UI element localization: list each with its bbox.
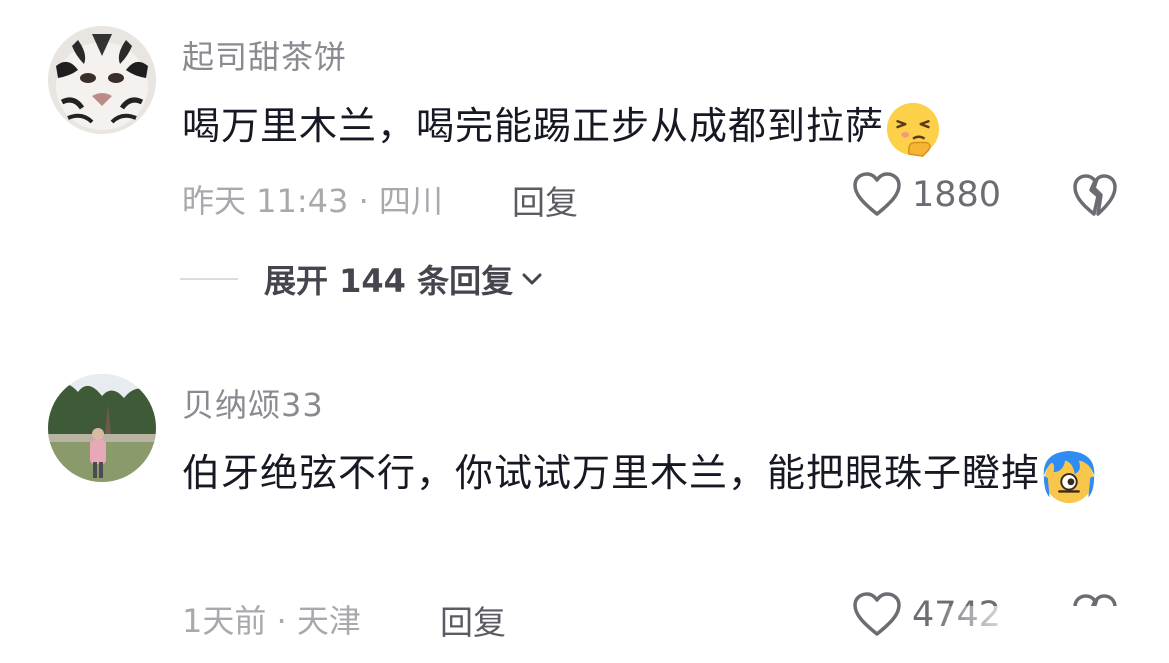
tiger-avatar-icon xyxy=(48,26,156,134)
expand-replies-button[interactable]: 展开 144 条回复 xyxy=(180,256,545,302)
like-count: 1880 xyxy=(912,175,1002,215)
comment-text: 伯牙绝弦不行，你试试万里木兰，能把眼珠子瞪掉 xyxy=(182,437,1112,509)
heart-icon xyxy=(853,172,901,216)
dislike-button[interactable] xyxy=(1072,174,1118,222)
watermark-overlay xyxy=(930,606,1169,663)
chevron-down-icon xyxy=(522,273,542,285)
comment-text: 喝万里木兰，喝完能踢正步从成都到拉萨 xyxy=(182,90,1112,162)
expand-replies-label: 展开 144 条回复 xyxy=(264,262,514,300)
park-photo-avatar-icon xyxy=(48,374,156,482)
avatar[interactable] xyxy=(48,26,156,134)
reply-button[interactable]: 回复 xyxy=(512,176,578,224)
username[interactable]: 贝纳颂33 xyxy=(182,380,324,426)
like-button[interactable]: 1880 xyxy=(852,172,1001,218)
timestamp-location: 1天前 · 天津 xyxy=(182,602,361,640)
username[interactable]: 起司甜茶饼 xyxy=(182,32,347,78)
timestamp-location: 昨天 11:43 · 四川 xyxy=(182,182,443,220)
broken-heart-icon xyxy=(1073,174,1117,216)
divider-line xyxy=(180,278,238,280)
shushing-face-emoji-icon xyxy=(886,102,940,157)
heart-icon xyxy=(853,592,901,636)
blue-hair-staring-face-emoji-icon xyxy=(1043,450,1095,503)
comment-text-body: 喝万里木兰，喝完能踢正步从成都到拉萨 xyxy=(182,104,885,148)
avatar[interactable] xyxy=(48,374,156,482)
reply-button[interactable]: 回复 xyxy=(440,596,506,644)
comment-text-body: 伯牙绝弦不行，你试试万里木兰，能把眼珠子瞪掉 xyxy=(182,451,1041,495)
